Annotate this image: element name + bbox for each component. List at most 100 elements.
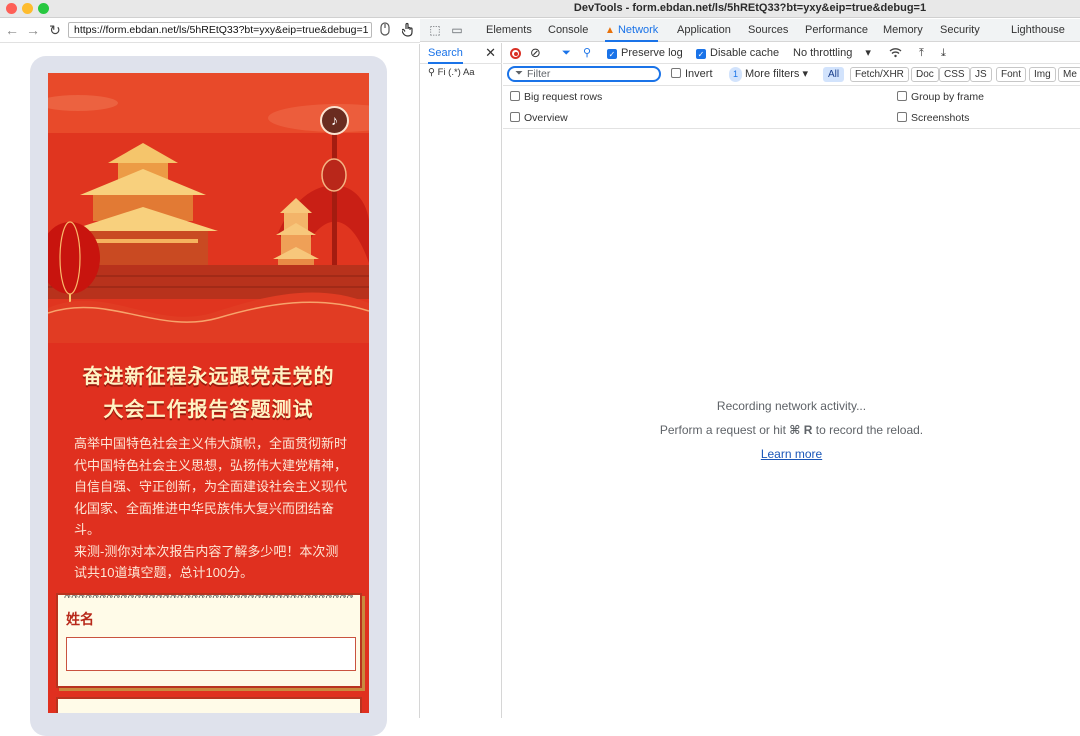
network-settings: Big request rows Group by frame Overview… (503, 86, 1080, 129)
checkbox-checked: ✓ (607, 49, 617, 59)
tab-memory[interactable]: Memory (883, 19, 923, 42)
reload-hint-suffix: to record the reload. (815, 423, 924, 437)
touch-hand-icon[interactable] (400, 22, 416, 38)
network-toolbar: ⊘ ⏷ ⚲ ✓ Preserve log ✓ Disable cache No th… (503, 43, 1080, 64)
import-har-icon[interactable]: ⤒ (919, 46, 924, 61)
type-filter-fetch-xhr[interactable]: Fetch/XHR (850, 67, 909, 82)
export-har-icon[interactable]: ⤓ (941, 46, 946, 61)
search-panel-header: Search ✕ (420, 43, 502, 64)
name-input[interactable] (66, 637, 356, 671)
reload-icon[interactable]: ↻ (47, 22, 63, 38)
search-panel-title[interactable]: Search (428, 43, 463, 64)
checkbox-unchecked (510, 91, 520, 101)
more-filters-label: More filters (745, 68, 800, 80)
type-filter-font[interactable]: Font (996, 67, 1027, 82)
disable-cache-checkbox[interactable]: ✓ Disable cache (696, 46, 779, 61)
search-icon[interactable]: ⚲ (583, 46, 591, 61)
reload-hint: Perform a request or hit ⌘ R to record t… (503, 423, 1080, 437)
notebook-rings: ꝍꝍꝍꝍꝍꝍꝍꝍꝍꝍꝍꝍꝍꝍꝍꝍꝍꝍꝍꝍꝍꝍꝍꝍꝍꝍꝍꝍꝍꝍꝍꝍꝍꝍꝍꝍꝍꝍꝍꝍ… (64, 592, 354, 598)
close-icon[interactable]: ✕ (485, 45, 496, 61)
network-conditions-icon[interactable] (889, 46, 902, 61)
inspect-element-icon[interactable]: ⬚ (428, 23, 442, 37)
invert-checkbox[interactable]: Invert (671, 67, 713, 82)
type-filter-js[interactable]: JS (970, 67, 992, 82)
filter-placeholder: Filter (527, 68, 551, 80)
close-window-button[interactable] (6, 3, 17, 14)
checkbox-unchecked (510, 112, 520, 122)
throttling-value: No throttling (793, 47, 853, 59)
browser-nav-bar: ← → ↻ https://form.ebdan.net/ls/5hREtQ33… (0, 19, 420, 43)
type-filter-all[interactable]: All (823, 67, 845, 82)
page-title-line2: 大会工作报告答题测试 (103, 399, 314, 421)
preserve-log-checkbox[interactable]: ✓ Preserve log (607, 46, 683, 61)
type-filter-media[interactable]: Me (1058, 67, 1080, 82)
screenshots-label: Screenshots (911, 112, 970, 124)
preserve-log-label: Preserve log (621, 47, 683, 59)
reload-hint-prefix: Perform a request or hit (659, 423, 786, 437)
device-frame: ♪ 奋进新征程永远跟党走党的 大会工作报告答题测试 高举中国特色社会主义伟大旗帜… (30, 56, 387, 736)
page-viewport: ♪ 奋进新征程永远跟党走党的 大会工作报告答题测试 高举中国特色社会主义伟大旗帜… (0, 44, 420, 736)
invert-label: Invert (685, 68, 713, 80)
tab-network-label: Network (617, 24, 659, 36)
tab-network[interactable]: ▲ Network (605, 19, 659, 42)
big-request-rows-checkbox[interactable]: Big request rows (510, 91, 602, 103)
address-bar[interactable]: https://form.ebdan.net/ls/5hREtQ33?bt=yx… (68, 22, 372, 38)
device-toolbar-icon[interactable]: ▭ (450, 23, 464, 37)
minimize-window-button[interactable] (22, 3, 33, 14)
page-title-line1: 奋进新征程永远跟党走党的 (82, 366, 335, 388)
forward-arrow-icon[interactable]: → (25, 22, 41, 38)
type-filter-css[interactable]: CSS (939, 67, 970, 82)
devtools-tab-bar: ⬚ ▭ Elements Console ▲ Network Applicati… (420, 19, 1080, 42)
disable-cache-label: Disable cache (710, 47, 780, 59)
intro-paragraph: 来测-测你对本次报告内容了解多少吧！本次测试共10道填空题，总计100分。 (74, 543, 339, 581)
chevron-down-icon: ▾ (802, 68, 809, 80)
back-arrow-icon[interactable]: ← (4, 22, 20, 38)
filter-input[interactable]: ⏷ Filter (507, 66, 661, 82)
throttling-select[interactable]: No throttling ▾ (793, 46, 871, 61)
tab-application[interactable]: Application (677, 19, 731, 42)
tab-elements[interactable]: Elements (486, 19, 532, 42)
zoom-window-button[interactable] (38, 3, 49, 14)
devtools-panel: ⬚ ▭ Elements Console ▲ Network Applicati… (420, 19, 1080, 718)
type-filter-img[interactable]: Img (1029, 67, 1056, 82)
mouse-icon[interactable] (377, 22, 393, 38)
checkbox-unchecked (671, 68, 681, 78)
more-filters-dropdown[interactable]: 1 More filters ▾ (729, 67, 808, 82)
search-options[interactable]: ⚲ Fi (.*) Aa (428, 67, 475, 78)
name-field-label: 姓名 (66, 611, 94, 627)
intro-text: 高举中国特色社会主义伟大旗帜，全面贯彻新时代中国特色社会主义思想，弘扬伟大建党精… (74, 433, 348, 584)
name-question-card: ꝍꝍꝍꝍꝍꝍꝍꝍꝍꝍꝍꝍꝍꝍꝍꝍꝍꝍꝍꝍꝍꝍꝍꝍꝍꝍꝍꝍꝍꝍꝍꝍꝍꝍꝍꝍꝍꝍꝍꝍ… (56, 592, 362, 688)
chevron-down-icon: ▾ (865, 47, 871, 59)
checkbox-unchecked (897, 91, 907, 101)
tab-performance[interactable]: Performance (805, 19, 868, 42)
next-question-card (56, 697, 362, 713)
intro-paragraph: 高举中国特色社会主义伟大旗帜，全面贯彻新时代中国特色社会主义思想，弘扬伟大建党精… (74, 436, 348, 537)
network-filter-bar: ⏷ Filter Invert 1 More filters ▾ All Fetc… (503, 64, 1080, 86)
music-toggle-icon[interactable]: ♪ (320, 106, 349, 135)
window-title: DevTools - form.ebdan.net/ls/5hREtQ33?bt… (573, 2, 927, 14)
type-filter-doc[interactable]: Doc (911, 67, 939, 82)
mobile-page: ♪ 奋进新征程永远跟党走党的 大会工作报告答题测试 高举中国特色社会主义伟大旗帜… (48, 73, 369, 713)
recording-status: Recording network activity... (716, 399, 867, 413)
network-empty-state: Recording network activity... Perform a … (503, 399, 1080, 461)
record-button[interactable] (510, 48, 521, 59)
warning-icon: ▲ (605, 25, 615, 36)
tab-console[interactable]: Console (548, 19, 588, 42)
search-icon: ⚲ (428, 67, 435, 78)
reload-shortcut: ⌘ R (789, 423, 813, 437)
screenshots-checkbox[interactable]: Screenshots (897, 112, 969, 124)
search-options-text: Fi (.*) Aa (437, 67, 475, 78)
big-request-rows-label: Big request rows (524, 91, 603, 103)
search-panel: Search ✕ ⚲ Fi (.*) Aa (420, 43, 502, 718)
overview-checkbox[interactable]: Overview (510, 112, 568, 124)
clear-icon[interactable]: ⊘ (530, 45, 541, 60)
group-by-frame-checkbox[interactable]: Group by frame (897, 91, 984, 103)
window-title-bar: DevTools - form.ebdan.net/ls/5hREtQ33?bt… (0, 0, 1080, 18)
tab-lighthouse[interactable]: Lighthouse (1011, 19, 1065, 42)
checkbox-checked: ✓ (696, 49, 706, 59)
filter-funnel-icon[interactable]: ⏷ (562, 46, 571, 61)
tab-sources[interactable]: Sources (748, 19, 788, 42)
learn-more-link[interactable]: Learn more (761, 447, 822, 461)
tab-security[interactable]: Security (940, 19, 980, 42)
group-by-frame-label: Group by frame (911, 91, 984, 103)
